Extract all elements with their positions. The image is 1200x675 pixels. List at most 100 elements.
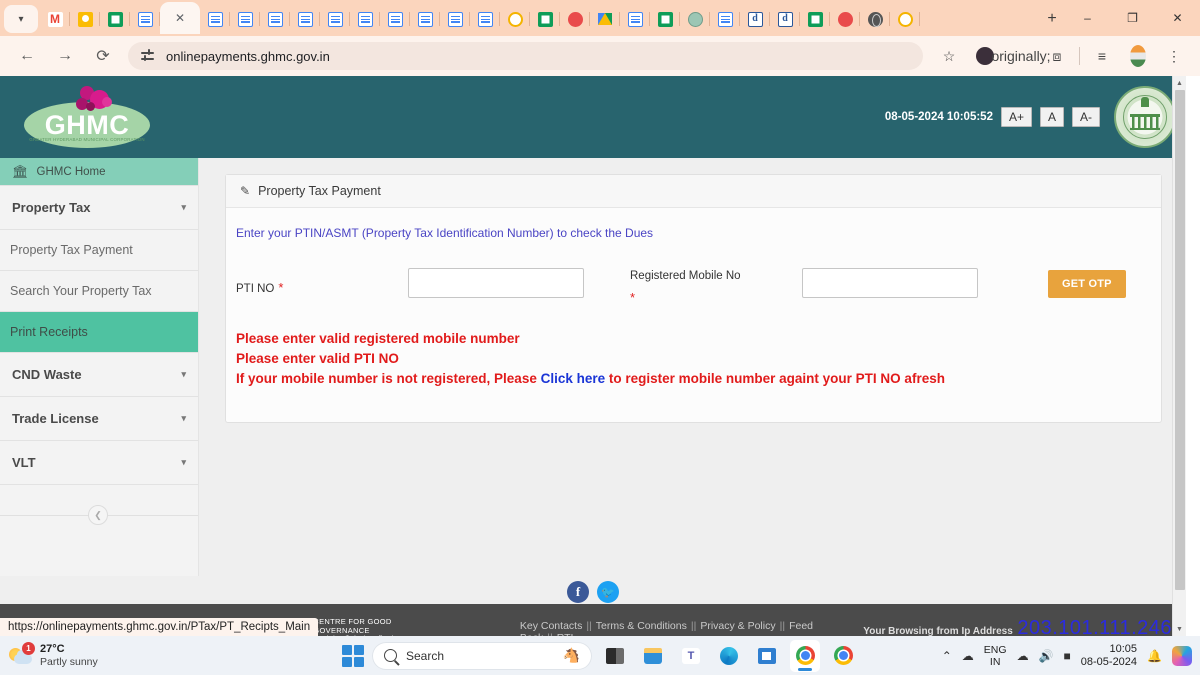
language-indicator[interactable]: ENG IN: [984, 644, 1007, 668]
new-tab-button[interactable]: +: [1039, 6, 1065, 32]
wifi-icon[interactable]: ☁: [1017, 649, 1029, 663]
chevron-down-icon[interactable]: ▾: [181, 413, 186, 424]
reading-list-icon[interactable]: ≡: [1088, 42, 1116, 70]
browser-tab[interactable]: [530, 4, 560, 34]
weather-widget[interactable]: 1 27°C Partly sunny: [0, 641, 98, 669]
reload-icon[interactable]: ⟳: [88, 41, 118, 71]
facebook-icon[interactable]: f: [567, 581, 589, 603]
start-button[interactable]: [342, 644, 364, 667]
ptin-input[interactable]: [408, 268, 584, 298]
sidebar-item-property-tax[interactable]: Property Tax ▾: [0, 186, 198, 230]
browser-tab[interactable]: [590, 4, 620, 34]
bell-icon[interactable]: 🔔: [1147, 649, 1162, 663]
scroll-up-arrow-icon[interactable]: ▲: [1173, 76, 1186, 90]
footer-link-privacy-policy[interactable]: Privacy & Policy: [700, 620, 775, 632]
sidebar-item-ghmc-home[interactable]: 🏛 GHMC Home: [0, 158, 198, 186]
browser-tab[interactable]: [620, 4, 650, 34]
avatar[interactable]: [1124, 42, 1152, 70]
docs-icon: [387, 11, 403, 27]
browser-tab[interactable]: [650, 4, 680, 34]
browser-tab[interactable]: [320, 4, 350, 34]
site-settings-icon[interactable]: [140, 48, 156, 64]
close-window-button[interactable]: ✕: [1155, 1, 1200, 35]
browser-tab[interactable]: [890, 4, 920, 34]
mobile-input[interactable]: [802, 268, 978, 298]
browser-tab[interactable]: [380, 4, 410, 34]
taskbar-item-chrome[interactable]: [790, 639, 820, 672]
get-otp-button[interactable]: GET OTP: [1048, 270, 1126, 298]
taskbar-item-file-explorer[interactable]: [638, 640, 668, 672]
grammarly-extension-icon[interactable]: originally;: [991, 42, 1050, 70]
sidebar-item-property-tax-payment[interactable]: Property Tax Payment: [0, 230, 198, 271]
sheets-icon: [107, 11, 123, 27]
sidebar-item-trade-license[interactable]: Trade License ▾: [0, 397, 198, 441]
clock[interactable]: 10:05 08-05-2024: [1081, 643, 1137, 669]
browser-tab[interactable]: [740, 4, 770, 34]
browser-tab[interactable]: [830, 4, 860, 34]
chevron-left-icon[interactable]: ❮: [88, 505, 108, 525]
tray-overflow-icon[interactable]: ⌃: [942, 649, 952, 663]
close-icon[interactable]: ✕: [175, 11, 185, 25]
browser-tab[interactable]: [440, 4, 470, 34]
sidebar-item-print-receipts[interactable]: Print Receipts: [0, 312, 198, 353]
browser-tab[interactable]: [130, 4, 160, 34]
cloud-icon[interactable]: ☁: [962, 649, 974, 663]
taskbar-item-edge[interactable]: [714, 640, 744, 672]
volume-icon[interactable]: 🔊: [1039, 649, 1054, 663]
browser-tab[interactable]: [40, 4, 70, 34]
browser-tab[interactable]: [350, 4, 380, 34]
chevron-down-icon[interactable]: ▾: [181, 202, 186, 213]
font-normal-button[interactable]: A: [1039, 107, 1064, 127]
tab-search-dropdown-icon[interactable]: ▾: [4, 5, 38, 33]
active-tab[interactable]: ✕: [160, 2, 200, 34]
click-here-link[interactable]: Click here: [541, 371, 606, 386]
chevron-down-icon[interactable]: ▾: [181, 369, 186, 380]
footer-link-terms-conditions[interactable]: Terms & Conditions: [596, 620, 687, 632]
browser-tab[interactable]: [410, 4, 440, 34]
search-input[interactable]: Search 🐴: [372, 641, 592, 670]
browser-tab[interactable]: [860, 4, 890, 34]
battery-icon[interactable]: ■: [1064, 649, 1071, 663]
browser-tab[interactable]: [710, 4, 740, 34]
bookmark-star-icon[interactable]: ☆: [935, 42, 963, 70]
forward-icon[interactable]: →: [50, 41, 80, 71]
extensions-puzzle-icon[interactable]: ⧈: [1043, 42, 1071, 70]
font-increase-button[interactable]: A+: [1000, 107, 1032, 127]
back-icon[interactable]: ←: [12, 41, 42, 71]
scroll-down-arrow-icon[interactable]: ▼: [1173, 622, 1186, 636]
copilot-icon[interactable]: [1172, 645, 1192, 666]
browser-tab[interactable]: [290, 4, 320, 34]
browser-tab[interactable]: [70, 4, 100, 34]
sidebar-item-search-your-property-tax[interactable]: Search Your Property Tax: [0, 271, 198, 312]
browser-tab[interactable]: [560, 4, 590, 34]
required-asterisk: *: [630, 290, 636, 305]
browser-tab[interactable]: [470, 4, 500, 34]
sidebar-item-vlt[interactable]: VLT ▾: [0, 441, 198, 485]
ghmc-logo[interactable]: GHMC GREATER HYDERABAD MUNICIPAL CORPORA…: [18, 84, 153, 150]
maximize-button[interactable]: ❐: [1110, 1, 1155, 35]
sidebar-collapse[interactable]: ❮: [0, 485, 198, 547]
address-bar[interactable]: onlinepayments.ghmc.gov.in: [128, 42, 923, 70]
scrollbar-thumb[interactable]: [1175, 90, 1185, 590]
browser-tab[interactable]: [230, 4, 260, 34]
twitter-icon[interactable]: 🐦: [597, 581, 619, 603]
browser-tab[interactable]: [500, 4, 530, 34]
page-scrollbar[interactable]: ▲ ▼: [1172, 76, 1186, 636]
taskbar-item-task-view[interactable]: [600, 640, 630, 672]
font-decrease-button[interactable]: A-: [1072, 107, 1100, 127]
browser-tab[interactable]: [680, 4, 710, 34]
browser-tab[interactable]: [800, 4, 830, 34]
minimize-button[interactable]: –: [1065, 1, 1110, 35]
browser-tab[interactable]: [260, 4, 290, 34]
browser-tab[interactable]: [100, 4, 130, 34]
main-content: ✎ Property Tax Payment Enter your PTIN/A…: [199, 158, 1186, 576]
taskbar-item-teams[interactable]: [676, 640, 706, 672]
browser-tab[interactable]: [200, 4, 230, 34]
chevron-down-icon[interactable]: ▾: [181, 457, 186, 468]
taskbar-item-microsoft-store[interactable]: [752, 640, 782, 672]
sidebar-item-cnd-waste[interactable]: CND Waste ▾: [0, 353, 198, 397]
chrome-menu-icon[interactable]: ⋮: [1160, 42, 1188, 70]
footer-link-key-contacts[interactable]: Key Contacts: [520, 620, 582, 632]
taskbar-item-chrome-2[interactable]: [828, 640, 858, 672]
browser-tab[interactable]: [770, 4, 800, 34]
